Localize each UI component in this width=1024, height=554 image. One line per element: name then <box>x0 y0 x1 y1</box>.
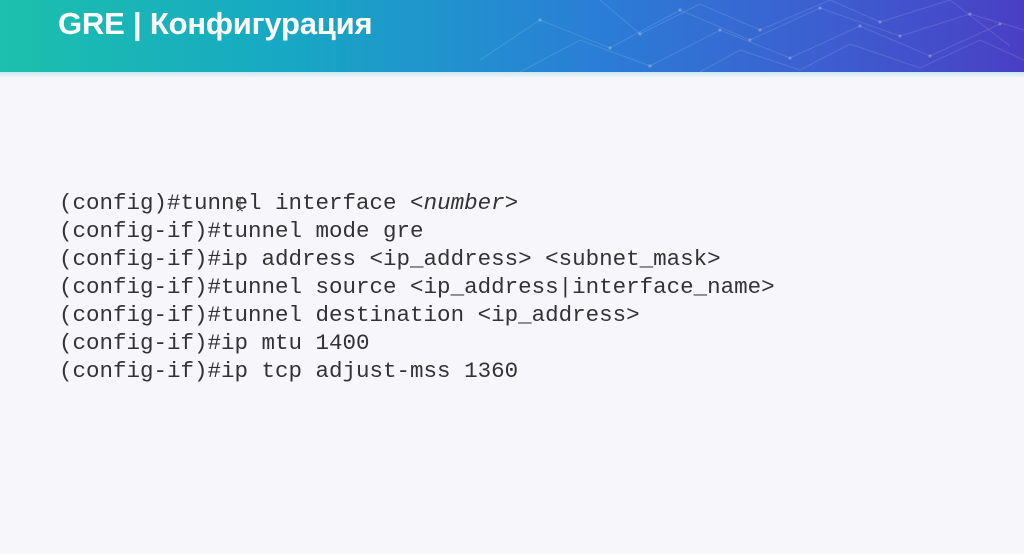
text-cursor-icon <box>236 196 244 212</box>
code-line-tunnel-source: (config-if)#tunnel source <ip_address|in… <box>59 274 775 300</box>
slide-header: GRE | Конфигурация <box>0 0 1024 72</box>
code-line-adjust-mss: (config-if)#ip tcp adjust-mss 1360 <box>59 358 519 384</box>
header-divider <box>0 72 1024 78</box>
code-line-ip-mtu: (config-if)#ip mtu 1400 <box>59 330 370 356</box>
code-line-tunnel-mode: (config-if)#tunnel mode gre <box>59 218 424 244</box>
config-code-block: (config)#tunnel interface <number> (confi… <box>59 189 775 385</box>
code-arg-number: number <box>423 190 505 216</box>
code-line-tunnel-destination: (config-if)#tunnel destination <ip_addre… <box>59 302 640 328</box>
code-line-ip-address: (config-if)#ip address <ip_address> <sub… <box>59 246 721 272</box>
code-line-tunnel-interface: (config)#tunnel interface <number> <box>59 190 519 216</box>
slide-title: GRE | Конфигурация <box>58 6 373 41</box>
